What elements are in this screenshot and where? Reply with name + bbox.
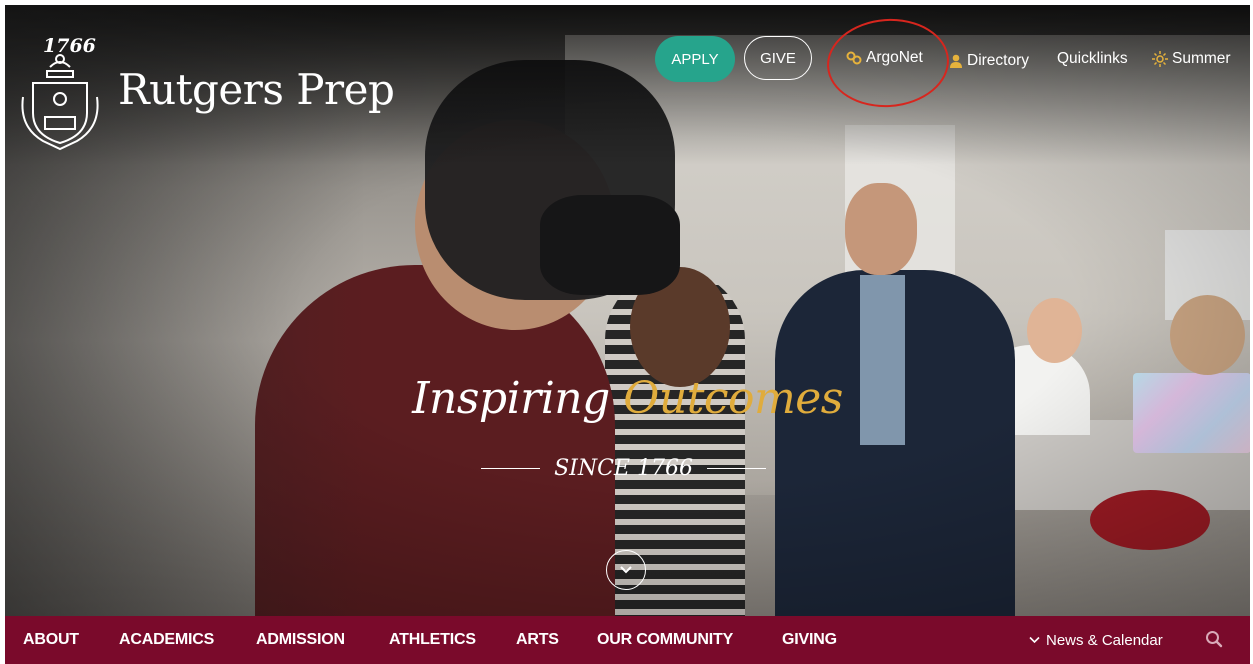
summer-label: Summer bbox=[1172, 50, 1231, 67]
summer-link[interactable]: Summer bbox=[1152, 50, 1231, 68]
since-rule-right bbox=[706, 467, 767, 470]
headline-accent: Outcomes bbox=[623, 373, 843, 424]
hero-since: SINCE 1766 bbox=[481, 456, 767, 481]
sun-icon bbox=[1152, 51, 1168, 67]
hero-headline: Inspiring Outcomes bbox=[5, 373, 1250, 424]
site-title[interactable]: Rutgers Prep bbox=[118, 65, 395, 114]
directory-link[interactable]: Directory bbox=[949, 52, 1029, 70]
directory-label: Directory bbox=[967, 52, 1030, 69]
apply-button[interactable]: APPLY bbox=[655, 36, 735, 82]
chevron-down-icon bbox=[620, 566, 632, 574]
page: 1766 Rutgers Prep APPLY GIVE ArgoNet Dir… bbox=[0, 0, 1253, 664]
crest-logo-icon[interactable] bbox=[19, 41, 101, 153]
nav-item-admission[interactable]: ADMISSION bbox=[256, 616, 345, 664]
main-nav: ABOUT ACADEMICS ADMISSION ATHLETICS ARTS… bbox=[5, 616, 1250, 664]
chevron-down-icon bbox=[1029, 636, 1040, 644]
news-calendar-label: News & Calendar bbox=[1046, 631, 1163, 649]
nav-item-academics[interactable]: ACADEMICS bbox=[119, 616, 214, 664]
give-button[interactable]: GIVE bbox=[744, 36, 812, 80]
since-rule-left bbox=[481, 467, 541, 470]
scroll-down-button[interactable] bbox=[606, 550, 646, 590]
nav-item-athletics[interactable]: ATHLETICS bbox=[389, 616, 476, 664]
nav-item-our-community[interactable]: OUR COMMUNITY bbox=[597, 616, 733, 664]
nav-item-about[interactable]: ABOUT bbox=[23, 616, 79, 664]
quicklinks-label: Quicklinks bbox=[1057, 50, 1128, 67]
site-frame: 1766 Rutgers Prep APPLY GIVE ArgoNet Dir… bbox=[5, 5, 1250, 664]
since-text: SINCE 1766 bbox=[554, 456, 693, 481]
nav-item-arts[interactable]: ARTS bbox=[516, 616, 559, 664]
person-icon bbox=[950, 54, 962, 68]
search-icon[interactable] bbox=[1205, 630, 1223, 648]
news-calendar-toggle[interactable]: News & Calendar bbox=[1029, 616, 1163, 664]
nav-item-giving[interactable]: GIVING bbox=[782, 616, 837, 664]
quicklinks-link[interactable]: Quicklinks bbox=[1057, 50, 1128, 68]
headline-main: Inspiring bbox=[412, 373, 610, 424]
